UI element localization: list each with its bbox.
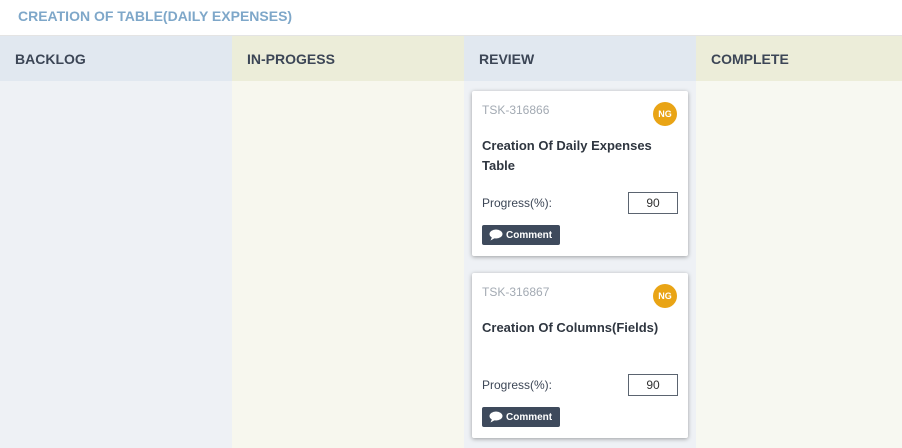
task-card[interactable]: TSK-316867 NG Creation Of Columns(Fields…: [472, 273, 688, 438]
task-title: Creation Of Daily Expenses Table: [482, 138, 652, 173]
progress-label: Progress(%):: [482, 196, 553, 210]
comment-button[interactable]: Comment: [482, 407, 561, 427]
progress-row: Progress(%):: [482, 374, 678, 396]
column-header-complete: COMPLETE: [696, 36, 902, 81]
kanban-columns: BACKLOG IN-PROGESS REVIEW TSK-316866 NG …: [0, 36, 902, 448]
task-card[interactable]: TSK-316866 NG Creation Of Daily Expenses…: [472, 91, 688, 256]
column-body-review[interactable]: TSK-316866 NG Creation Of Daily Expenses…: [464, 81, 696, 448]
column-header-review: REVIEW: [464, 36, 696, 81]
comment-label: Comment: [506, 229, 553, 241]
assignee-avatar[interactable]: NG: [653, 102, 677, 126]
task-id[interactable]: TSK-316867: [482, 285, 678, 299]
column-complete: COMPLETE: [696, 36, 902, 448]
assignee-avatar[interactable]: NG: [653, 284, 677, 308]
task-title: Creation Of Columns(Fields): [482, 320, 659, 335]
column-in-progress: IN-PROGESS: [232, 36, 464, 448]
comment-icon: [489, 229, 503, 241]
column-header-in-progress: IN-PROGESS: [232, 36, 464, 81]
column-review: REVIEW TSK-316866 NG Creation Of Daily E…: [464, 36, 696, 448]
comment-label: Comment: [506, 411, 553, 423]
progress-input[interactable]: [628, 192, 678, 214]
progress-row: Progress(%):: [482, 192, 678, 214]
progress-label: Progress(%):: [482, 378, 553, 392]
column-body-in-progress[interactable]: [232, 81, 464, 448]
task-id[interactable]: TSK-316866: [482, 103, 678, 117]
comment-button[interactable]: Comment: [482, 225, 561, 245]
comment-icon: [489, 411, 503, 423]
board-title: CREATION OF TABLE(DAILY EXPENSES): [0, 0, 902, 36]
column-header-backlog: BACKLOG: [0, 36, 232, 81]
progress-input[interactable]: [628, 374, 678, 396]
column-body-backlog[interactable]: [0, 81, 232, 448]
column-backlog: BACKLOG: [0, 36, 232, 448]
column-body-complete[interactable]: [696, 81, 902, 448]
